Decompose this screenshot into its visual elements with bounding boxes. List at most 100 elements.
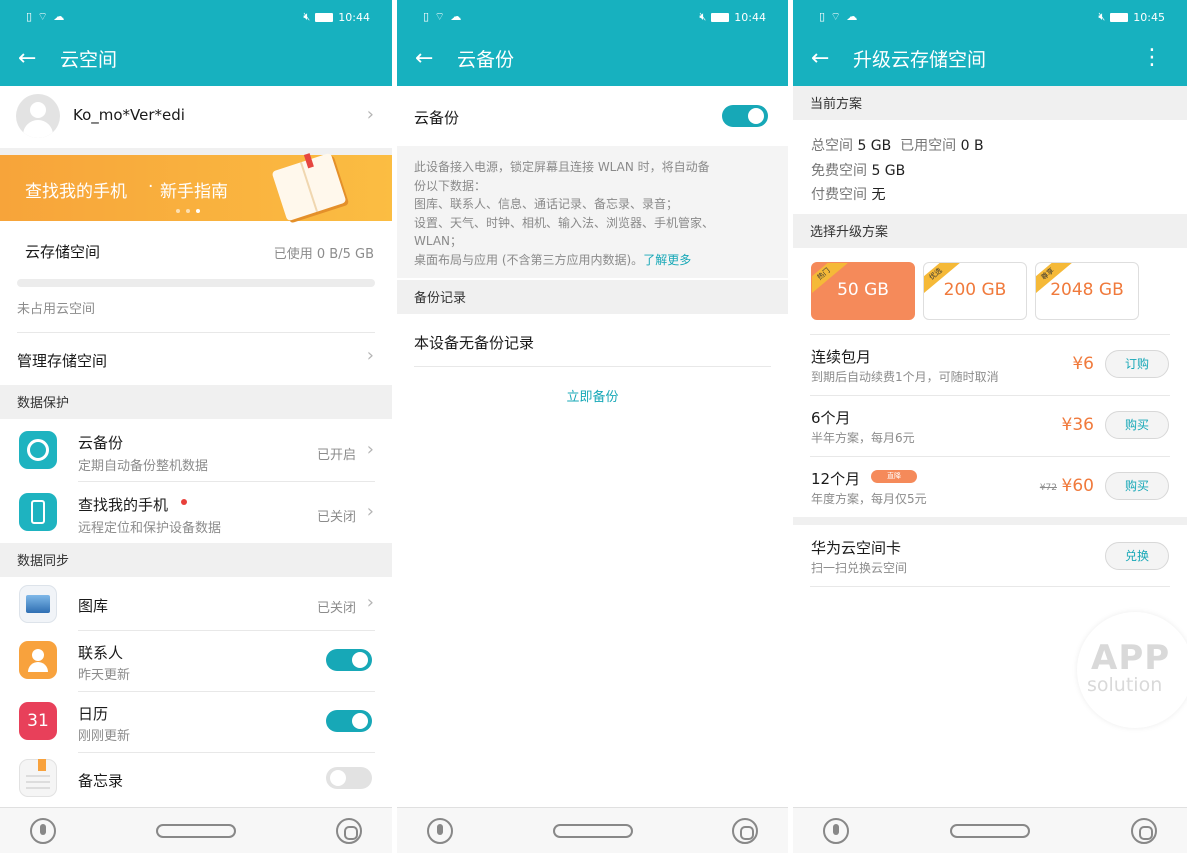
back-arrow-icon[interactable]: ← xyxy=(415,48,433,70)
status-icons-left: ▯ ⌔ ☁ xyxy=(26,10,66,23)
eye-icon[interactable] xyxy=(732,818,758,844)
calendar-title: 日历 xyxy=(78,705,109,723)
banner-separator: · xyxy=(148,177,154,197)
battery-icon xyxy=(1110,12,1129,22)
microphone-icon[interactable] xyxy=(823,818,849,844)
home-pill-button[interactable] xyxy=(552,824,633,838)
find-phone-subtitle: 远程定位和保护设备数据 xyxy=(78,521,222,536)
learn-more-link[interactable]: 了解更多 xyxy=(643,253,691,267)
title-bar: ← 云备份 xyxy=(397,34,788,86)
system-nav-bar xyxy=(0,807,392,853)
back-arrow-icon[interactable]: ← xyxy=(18,48,36,70)
offer-subtitle: 半年方案，每月6元 xyxy=(811,431,915,445)
buy-button[interactable]: 购买 xyxy=(1105,472,1169,500)
find-phone-title: 查找我的手机 xyxy=(78,496,169,514)
more-options-icon[interactable]: ⋮ xyxy=(1141,47,1163,69)
find-phone-guide-banner[interactable]: 查找我的手机 · 新手指南 xyxy=(0,152,392,222)
cloud-backup-switch-row: 云备份 xyxy=(397,86,788,146)
eye-icon[interactable] xyxy=(336,818,362,844)
chevron-right-icon: › xyxy=(366,345,374,366)
status-icons-left: ▯ ⌔ ☁ xyxy=(819,10,859,23)
current-plan-details: 总空间 5 GB 已用空间 0 B 免费空间 5 GB 付费空间 无 xyxy=(811,138,984,203)
cloud-backup-subtitle: 定期自动备份整机数据 xyxy=(78,459,209,474)
back-arrow-icon[interactable]: ← xyxy=(811,48,829,70)
section-header-current-plan: 当前方案 xyxy=(793,86,1187,120)
find-phone-status: 已关闭 xyxy=(316,510,356,525)
manage-storage-row[interactable]: 管理存储空间 › xyxy=(0,333,392,385)
cloud-storage-label: 云存储空间 xyxy=(25,243,101,261)
calendar-sync-toggle[interactable] xyxy=(326,710,372,732)
storage-progress-bar xyxy=(17,279,375,287)
notes-sync-toggle[interactable] xyxy=(326,767,372,789)
buy-button[interactable]: 购买 xyxy=(1105,411,1169,439)
status-icons-right: 🔇︎ 10:44 xyxy=(699,10,766,24)
contacts-icon xyxy=(19,641,57,679)
user-account-row[interactable]: Ko_mo*Ver*edi › xyxy=(0,86,392,148)
calendar-subtitle: 刚刚更新 xyxy=(78,729,131,744)
plan-option-50gb[interactable]: 热门 50 GB xyxy=(811,262,915,320)
status-bar: ▯ ⌔ ☁ 🔇︎ 10:45 xyxy=(793,0,1187,34)
page-title: 云空间 xyxy=(60,49,118,71)
page-title: 升级云存储空间 xyxy=(853,49,987,71)
status-time: 10:44 xyxy=(338,10,370,24)
calendar-sync-row: 31 日历 刚刚更新 xyxy=(0,692,392,752)
system-nav-bar xyxy=(793,807,1187,853)
new-dot-indicator xyxy=(181,499,187,505)
microphone-icon[interactable] xyxy=(30,818,56,844)
offer-row-6-months: 6个月 半年方案，每月6元 ¥36 购买 xyxy=(793,396,1187,456)
price-drop-tag: 直降 xyxy=(871,470,917,483)
app-solution-watermark: APP solution xyxy=(1077,612,1187,728)
plan-size: 50 GB xyxy=(837,280,889,300)
cloud-backup-screen: ▯ ⌔ ☁ 🔇︎ 10:44 ← 云备份 云备份 此设备接入电源，锁定屏幕且连接… xyxy=(397,0,788,853)
cloud-space-screen: ▯ ⌔ ☁ 🔇︎ 10:44 ← 云空间 Ko_mo*Ver*edi › 查找我… xyxy=(0,0,392,853)
mute-icon: 🔇︎ xyxy=(699,10,707,23)
system-nav-bar xyxy=(397,807,788,853)
chevron-right-icon: › xyxy=(366,104,374,125)
cloud-backup-label: 云备份 xyxy=(414,109,460,127)
cloud-backup-icon xyxy=(19,431,57,469)
contacts-sync-row: 联系人 昨天更新 xyxy=(0,631,392,691)
mute-icon: 🔇︎ xyxy=(1098,10,1106,23)
offer-price: ¥36 xyxy=(1061,415,1094,435)
redeem-button[interactable]: 兑换 xyxy=(1105,542,1169,570)
gallery-sync-row[interactable]: 图库 已关闭 › xyxy=(0,578,392,630)
notes-icon xyxy=(19,759,57,797)
find-phone-icon xyxy=(19,493,57,531)
cloud-card-subtitle: 扫一扫兑换云空间 xyxy=(811,561,908,575)
backup-description-panel: 此设备接入电源，锁定屏幕且连接 WLAN 时，将自动备 份以下数据： 图库、联系… xyxy=(397,146,788,278)
home-pill-button[interactable] xyxy=(950,824,1030,838)
no-backup-records-text: 本设备无备份记录 xyxy=(414,334,535,352)
contacts-title: 联系人 xyxy=(78,644,124,662)
chevron-right-icon: › xyxy=(366,439,374,460)
status-time: 10:44 xyxy=(734,10,766,24)
backup-now-button[interactable]: 立即备份 xyxy=(397,386,788,405)
offer-row-monthly: 连续包月 到期后自动续费1个月，可随时取消 ¥6 订购 xyxy=(793,335,1187,395)
notes-title: 备忘录 xyxy=(78,772,124,790)
title-bar: ← 升级云存储空间 ⋮ xyxy=(793,34,1187,86)
microphone-icon[interactable] xyxy=(427,818,453,844)
contacts-subtitle: 昨天更新 xyxy=(78,668,131,683)
home-pill-button[interactable] xyxy=(156,824,236,838)
plan-option-200gb[interactable]: 优选 200 GB xyxy=(923,262,1027,320)
contacts-sync-toggle[interactable] xyxy=(326,649,372,671)
unused-space-label: 未占用云空间 xyxy=(17,302,96,317)
section-header-data-sync: 数据同步 xyxy=(0,543,392,577)
gallery-title: 图库 xyxy=(78,597,109,615)
offer-title: 6个月 xyxy=(811,409,851,427)
calendar-icon-date: 31 xyxy=(27,711,49,731)
gallery-icon xyxy=(19,585,57,623)
cloud-backup-toggle[interactable] xyxy=(722,105,768,127)
cloud-backup-row[interactable]: 云备份 定期自动备份整机数据 已开启 › xyxy=(0,420,392,480)
eye-icon[interactable] xyxy=(1131,818,1157,844)
subscribe-button[interactable]: 订购 xyxy=(1105,350,1169,378)
avatar xyxy=(16,94,60,138)
cloud-card-row: 华为云空间卡 扫一扫兑换云空间 兑换 xyxy=(793,526,1187,586)
status-icons-left: ▯ ⌔ ☁ xyxy=(423,10,463,23)
cloud-storage-usage: 已使用 0 B/5 GB xyxy=(273,247,374,262)
banner-pager-dots xyxy=(176,209,200,213)
find-my-phone-row[interactable]: 查找我的手机 远程定位和保护设备数据 已关闭 › xyxy=(0,482,392,542)
offer-subtitle: 年度方案，每月仅5元 xyxy=(811,492,927,506)
banner-title: 查找我的手机 xyxy=(25,182,127,202)
upgrade-storage-screen: ▯ ⌔ ☁ 🔇︎ 10:45 ← 升级云存储空间 ⋮ 当前方案 总空间 5 GB… xyxy=(793,0,1187,853)
plan-option-2048gb[interactable]: 尊享 2048 GB xyxy=(1035,262,1139,320)
